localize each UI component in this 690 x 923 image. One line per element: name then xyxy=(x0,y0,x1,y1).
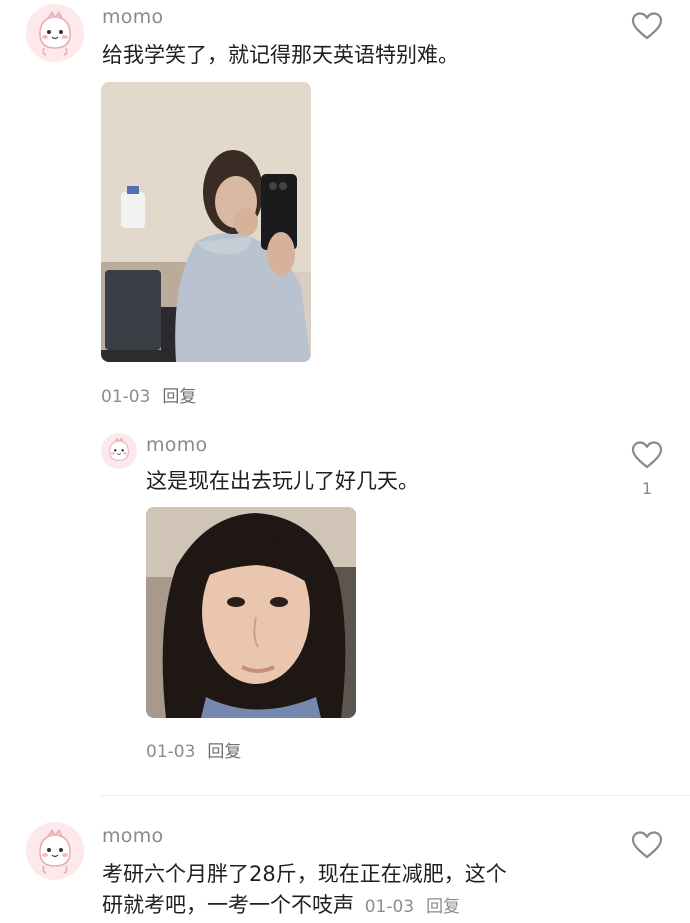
comment-username[interactable]: momo xyxy=(102,825,163,847)
reply-button[interactable]: 回复 xyxy=(426,897,460,917)
divider xyxy=(101,795,690,796)
comment-text: 给我学笑了，就记得那天英语特别难。 xyxy=(102,43,459,67)
reply-button[interactable]: 回复 xyxy=(207,742,241,762)
comment-text-line: 研就考吧，一考一个不吱声 xyxy=(102,893,354,917)
comment-date: 01-03 xyxy=(101,387,151,407)
avatar[interactable] xyxy=(101,433,137,469)
comment-username[interactable]: momo xyxy=(146,434,207,456)
comment-date: 01-03 xyxy=(146,742,196,762)
face-selfie-photo-icon xyxy=(146,507,356,718)
comment-photo[interactable] xyxy=(146,507,356,718)
avatar-cartoon-icon xyxy=(101,433,137,469)
comment-text: 考研六个月胖了28斤，现在正在减肥，这个 研就考吧，一考一个不吱声 01-03 回… xyxy=(102,859,622,923)
comment-text: 这是现在出去玩儿了好几天。 xyxy=(146,469,419,493)
like-count: 1 xyxy=(641,479,653,498)
avatar-cartoon-icon xyxy=(26,822,84,880)
avatar[interactable] xyxy=(26,4,84,62)
avatar-cartoon-icon xyxy=(26,4,84,62)
comment-text-line-with-meta: 研就考吧，一考一个不吱声 01-03 回复 xyxy=(102,890,622,923)
comment-date: 01-03 xyxy=(364,897,415,917)
comment-meta: 01-03 回复 xyxy=(146,737,241,762)
comment-username[interactable]: momo xyxy=(102,6,163,28)
heart-icon[interactable] xyxy=(631,440,663,470)
heart-icon[interactable] xyxy=(631,830,663,860)
comment-photo[interactable] xyxy=(101,82,311,362)
heart-icon[interactable] xyxy=(631,11,663,41)
mirror-selfie-photo-icon xyxy=(101,82,311,362)
reply-button[interactable]: 回复 xyxy=(162,387,196,407)
avatar[interactable] xyxy=(26,822,84,880)
comment-text-line: 考研六个月胖了28斤，现在正在减肥，这个 xyxy=(102,862,507,886)
comment-meta: 01-03 回复 xyxy=(101,382,196,407)
